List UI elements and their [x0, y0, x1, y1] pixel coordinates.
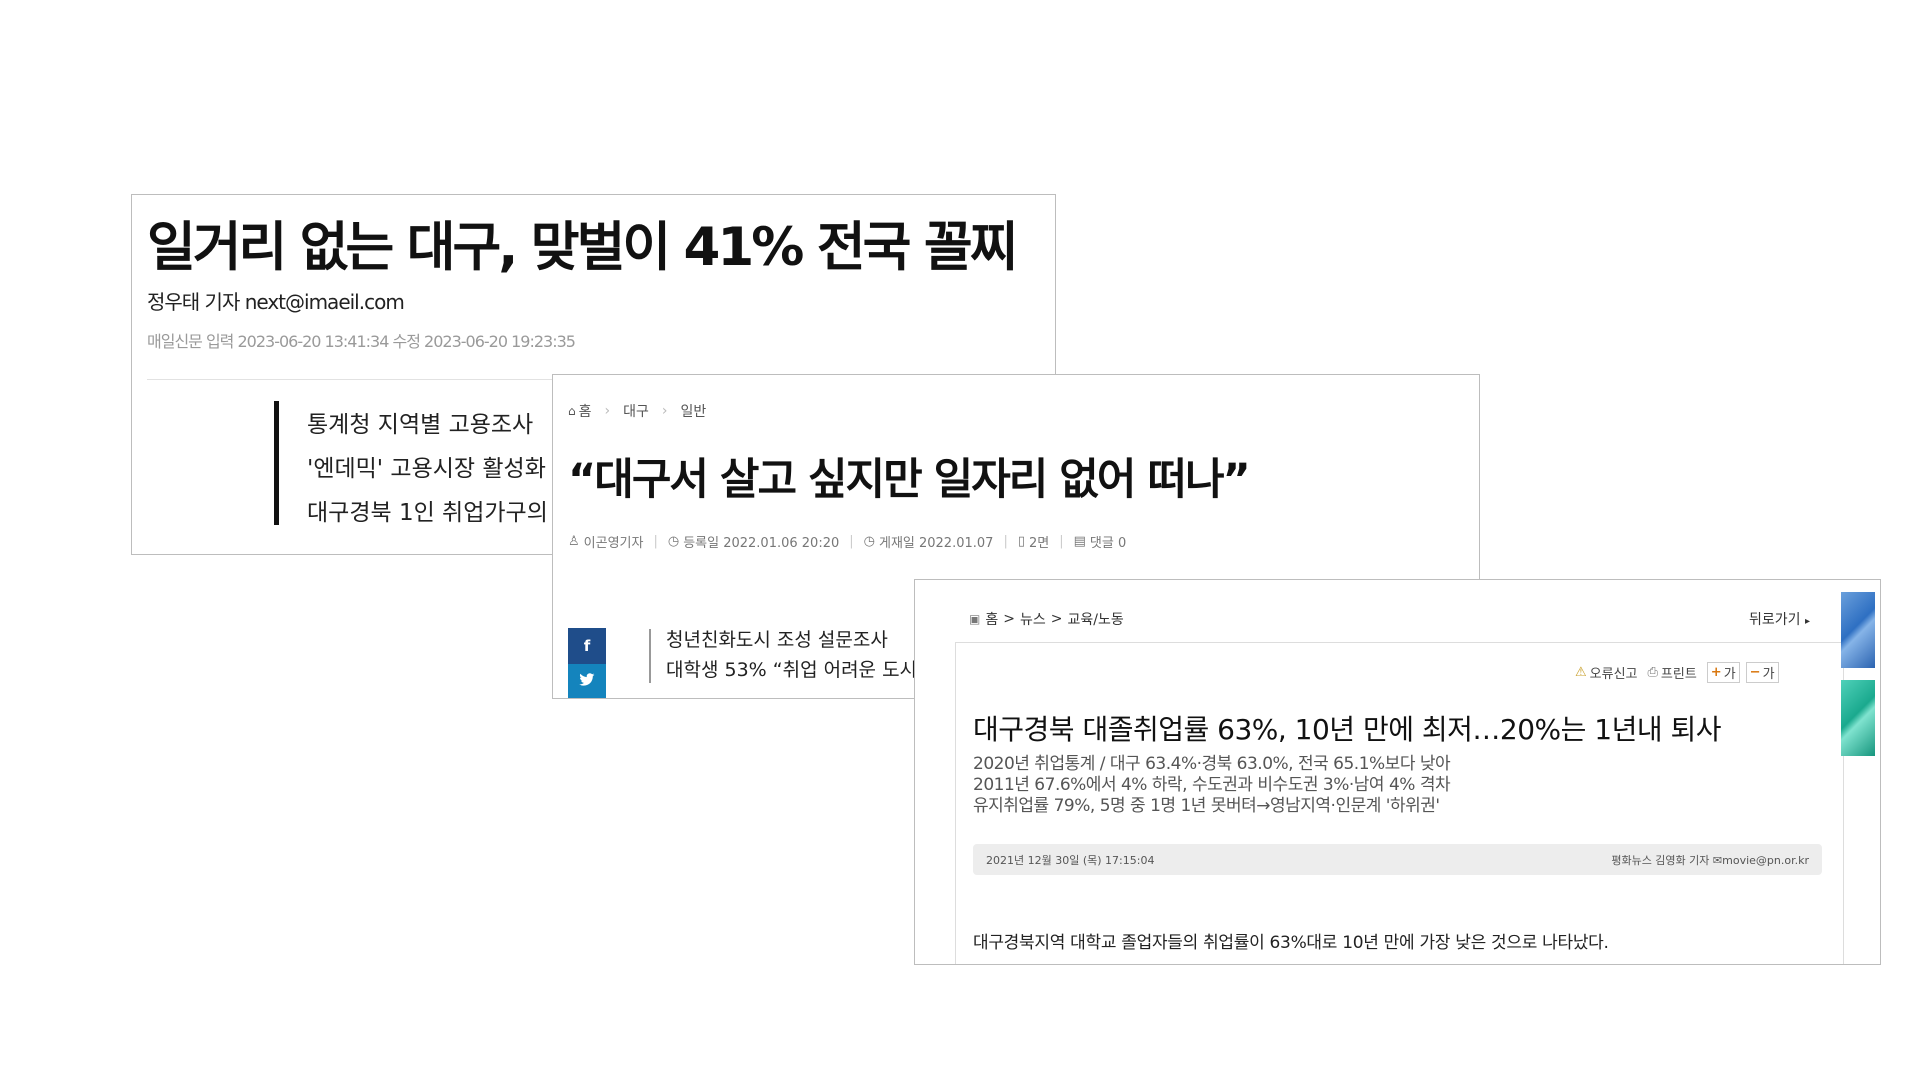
meta-separator: | [1059, 534, 1064, 549]
article-card-pn: ▣ 홈 > 뉴스 > 교육/노동 뒤로가기 ▸ ⚠ 오류신고 ⎙ 프린트 + 가… [914, 579, 1881, 965]
report-label[interactable]: 오류신고 [1590, 663, 1638, 682]
plus-icon: + [1710, 665, 1722, 680]
back-label[interactable]: 뒤로가기 [1749, 612, 1801, 628]
article-headline[interactable]: 대구경북 대졸취업률 63%, 10년 만에 최저…20%는 1년내 퇴사 [973, 708, 1722, 748]
subheadline: 유지취업률 79%, 5명 중 1명 1년 못버텨→영남지역·인문계 '하위권' [973, 796, 1440, 816]
related-accent-bar [274, 401, 279, 525]
chevron-right-icon: › [604, 403, 611, 419]
registered-item: ◷ 등록일 2022.01.06 20:20 [668, 532, 839, 551]
page-number: 2면 [1028, 536, 1050, 551]
chevron-right-icon: › [661, 403, 668, 419]
font-increase-button[interactable]: + 가 [1706, 662, 1740, 683]
published-date: 게재일 2022.01.07 [878, 536, 994, 551]
alert-icon: ⚠ [1575, 665, 1587, 680]
reporter-email[interactable]: movie@pn.or.kr [1722, 854, 1809, 867]
related-article-link[interactable]: '엔데믹' 고용시장 활성화 [307, 447, 548, 491]
twitter-icon [579, 673, 595, 691]
article-info-bar: 2021년 12월 30일 (목) 17:15:04 평화뉴스 김영화 기자 ✉… [973, 844, 1822, 875]
meta-separator: | [849, 534, 854, 549]
breadcrumb-level1[interactable]: 대구 [623, 401, 649, 421]
home-icon: ▣ [969, 612, 981, 626]
font-increase-label[interactable]: 가 [1724, 663, 1736, 682]
related-articles: 통계청 지역별 고용조사 '엔데믹' 고용시장 활성화 대구경북 1인 취업가구… [307, 403, 548, 535]
facebook-icon: f [583, 637, 591, 655]
registered-date: 등록일 2022.01.06 20:20 [683, 536, 840, 551]
breadcrumb-level1[interactable]: 뉴스 [1020, 609, 1046, 629]
comments-item[interactable]: ▤ 댓글 0 [1074, 532, 1127, 551]
article-subheadlines: 2020년 취업통계 / 대구 63.4%·경북 63.0%, 전국 65.1%… [973, 754, 1451, 817]
breadcrumb-separator: > [1050, 611, 1063, 627]
breadcrumb: ⌂ 홈 › 대구 › 일반 [568, 401, 706, 421]
subheadline: 2020년 취업통계 / 대구 63.4%·경북 63.0%, 전국 65.1%… [973, 754, 1451, 774]
reporter-name[interactable]: 이곤영기자 [584, 532, 644, 551]
mail-icon: ✉ [1712, 853, 1723, 867]
related-accent-bar [649, 629, 651, 683]
printer-icon: ⎙ [1647, 665, 1658, 680]
article-body: 대구경북지역 대학교 졸업자들의 취업률이 63%대로 10년 만에 가장 낮은… [973, 933, 1609, 953]
arrow-right-icon: ▸ [1804, 616, 1811, 627]
person-icon: ♙ [568, 534, 580, 549]
subheadline: 2011년 67.6%에서 4% 하락, 수도권과 비수도권 3%·남여 4% … [973, 775, 1451, 795]
side-banner-blue[interactable] [1841, 592, 1875, 668]
related-article-link[interactable]: 대학생 53% “취업 어려운 도시 [666, 655, 917, 685]
facebook-share-button[interactable]: f [568, 628, 606, 664]
related-article-link[interactable]: 청년친화도시 조성 설문조사 [666, 625, 917, 655]
breadcrumb-home[interactable]: 홈 [985, 609, 998, 629]
print-label[interactable]: 프린트 [1661, 663, 1697, 682]
article-headline[interactable]: 일거리 없는 대구, 맞벌이 41% 전국 꼴찌 [147, 205, 1018, 281]
home-icon[interactable]: ⌂ [568, 404, 576, 418]
breadcrumb-home[interactable]: 홈 [579, 401, 592, 421]
page-icon: ▯ [1017, 534, 1025, 549]
font-decrease-button[interactable]: − 가 [1745, 662, 1779, 683]
meta-separator: | [1003, 534, 1008, 549]
comment-icon: ▤ [1073, 534, 1086, 549]
breadcrumb: ▣ 홈 > 뉴스 > 교육/노동 [969, 609, 1124, 629]
print-button[interactable]: ⎙ 프린트 [1648, 663, 1697, 682]
page-item: ▯ 2면 [1018, 532, 1049, 551]
article-meta: ♙ 이곤영기자 | ◷ 등록일 2022.01.06 20:20 | ◷ 게재일… [568, 532, 1126, 551]
comment-count[interactable]: 댓글 0 [1090, 532, 1126, 551]
article-tools: ⚠ 오류신고 ⎙ 프린트 + 가 − 가 [1575, 662, 1779, 683]
reporter-info: 평화뉴스 김영화 기자 ✉movie@pn.or.kr [1611, 852, 1809, 868]
meta-separator: | [653, 534, 658, 549]
related-articles: 청년친화도시 조성 설문조사 대학생 53% “취업 어려운 도시 [666, 625, 917, 685]
article-meta: 매일신문 입력 2023-06-20 13:41:34 수정 2023-06-2… [147, 332, 576, 351]
breadcrumb-level2[interactable]: 교육/노동 [1067, 609, 1123, 629]
back-link[interactable]: 뒤로가기 ▸ [1749, 609, 1810, 629]
clock-icon: ◷ [863, 534, 875, 549]
article-byline: 정우태 기자 next@imaeil.com [147, 290, 405, 314]
reporter-item: ♙ 이곤영기자 [568, 532, 643, 551]
breadcrumb-level2[interactable]: 일반 [681, 401, 707, 421]
side-banner-teal[interactable] [1841, 680, 1875, 756]
article-date: 2021년 12월 30일 (목) 17:15:04 [986, 853, 1155, 867]
clock-icon: ◷ [667, 534, 680, 549]
font-decrease-label[interactable]: 가 [1763, 663, 1775, 682]
minus-icon: − [1749, 665, 1761, 680]
related-article-link[interactable]: 대구경북 1인 취업가구의 [307, 491, 548, 535]
published-item: ◷ 게재일 2022.01.07 [864, 532, 994, 551]
breadcrumb-separator: > [1003, 611, 1015, 627]
related-article-link[interactable]: 통계청 지역별 고용조사 [307, 403, 548, 447]
report-error-button[interactable]: ⚠ 오류신고 [1575, 663, 1638, 682]
twitter-share-button[interactable] [568, 664, 606, 698]
reporter-name: 평화뉴스 김영화 기자 [1611, 853, 1710, 867]
side-banners [1841, 592, 1875, 756]
social-share: f [568, 628, 606, 698]
article-headline[interactable]: “대구서 살고 싶지만 일자리 없어 떠나” [568, 445, 1251, 507]
